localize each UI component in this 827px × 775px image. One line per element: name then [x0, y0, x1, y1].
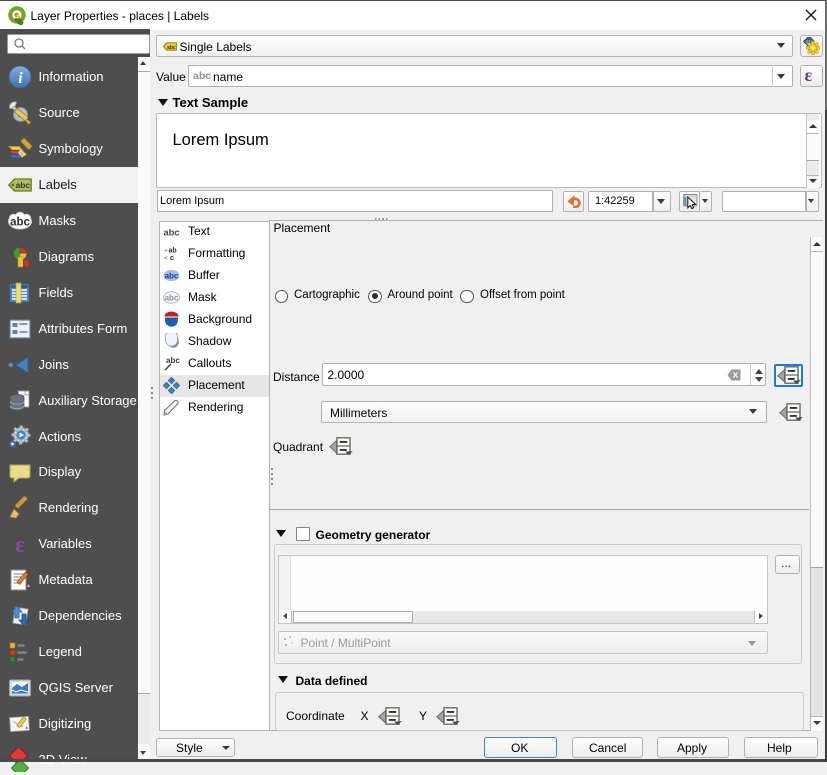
svg-text:ε: ε — [15, 532, 25, 556]
svg-text:<: < — [164, 255, 168, 262]
svg-text:abc: abc — [166, 356, 180, 365]
svg-text:abc: abc — [165, 271, 179, 280]
svg-text:abc: abc — [163, 227, 179, 238]
svg-text:ab: ab — [169, 247, 177, 254]
svg-text:i: i — [18, 70, 23, 87]
svg-text:abc: abc — [15, 180, 30, 190]
svg-text:+: + — [164, 247, 168, 254]
svg-text:c: c — [170, 255, 174, 262]
svg-text:abc: abc — [165, 294, 179, 303]
svg-text:abc: abc — [167, 44, 176, 50]
svg-text:abc: abc — [10, 216, 30, 228]
